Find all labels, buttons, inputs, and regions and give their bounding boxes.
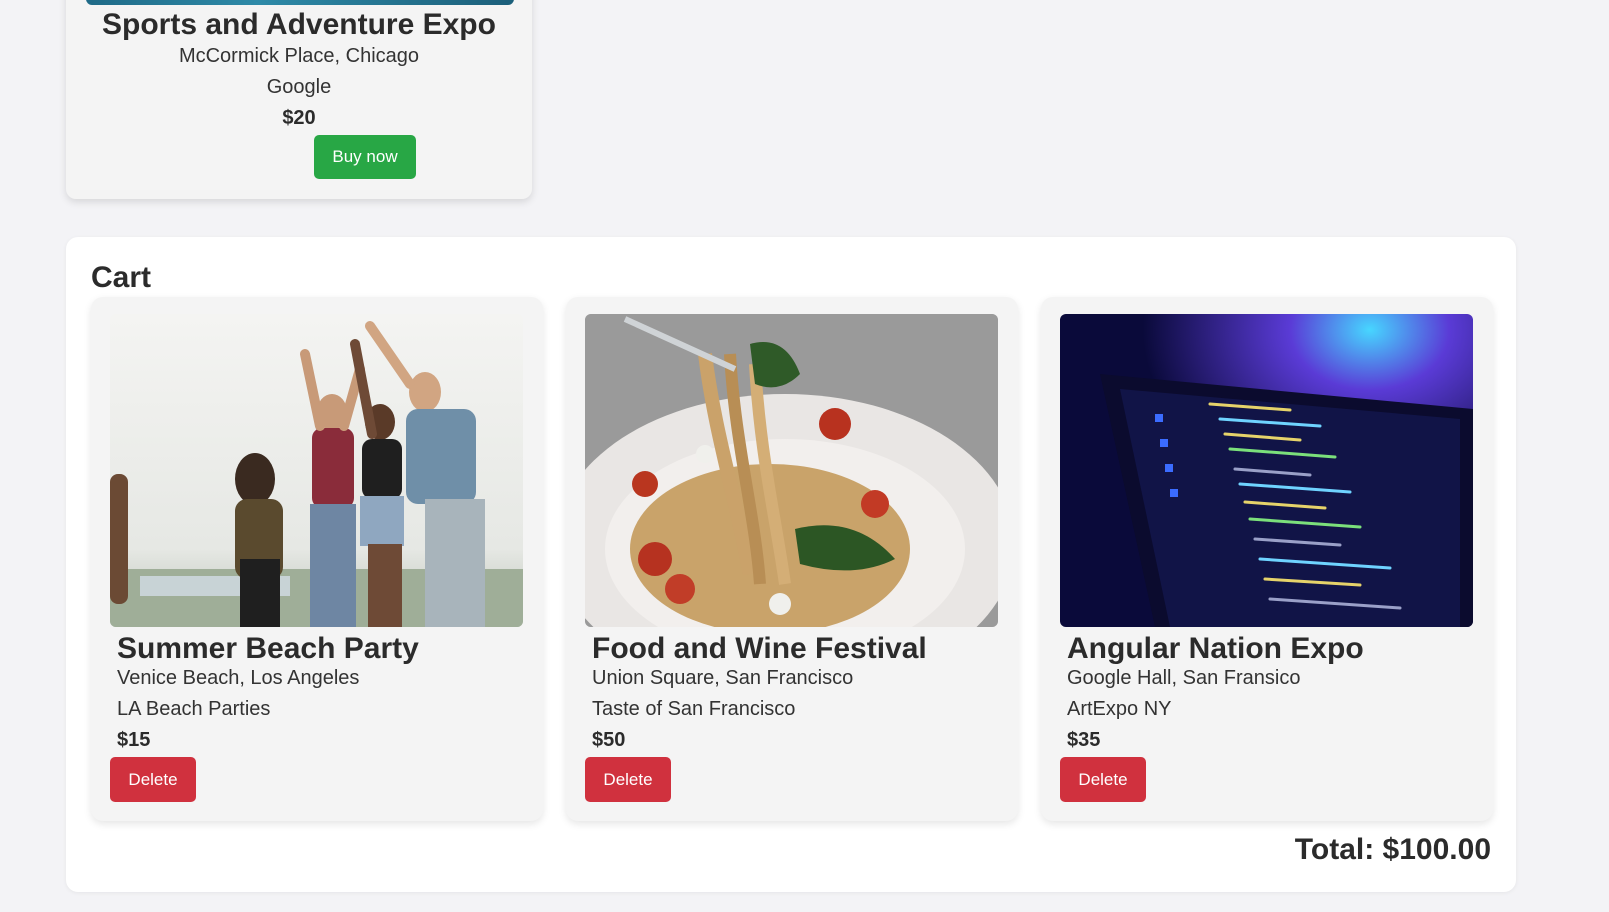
cart-title: Cart [91, 261, 152, 294]
event-title: Sports and Adventure Expo [102, 8, 496, 41]
cart-item-organizer: LA Beach Parties [117, 698, 271, 720]
event-price: $20 [282, 107, 316, 129]
delete-button[interactable]: Delete [1060, 757, 1146, 802]
cart-item-organizer: ArtExpo NY [1067, 698, 1172, 720]
cart-item-price: $35 [1067, 729, 1101, 751]
cart-item-location: Union Square, San Francisco [592, 667, 854, 689]
delete-button[interactable]: Delete [110, 757, 196, 802]
cart-item: Food and Wine Festival Union Square, San… [566, 297, 1018, 821]
cart-item-organizer: Taste of San Francisco [592, 698, 796, 720]
cart-item: Summer Beach Party Venice Beach, Los Ang… [91, 297, 543, 821]
buy-now-button[interactable]: Buy now [314, 135, 416, 179]
cart-item-location: Google Hall, San Fransico [1067, 667, 1301, 689]
cart-item-name: Angular Nation Expo [1067, 632, 1364, 665]
event-venue: McCormick Place, Chicago [178, 45, 420, 67]
cart-total: Total: $100.00 [1294, 833, 1491, 866]
cart-item-name: Food and Wine Festival [592, 632, 927, 665]
delete-button[interactable]: Delete [585, 757, 671, 802]
event-organizer: Google [266, 76, 332, 98]
beach-party-photo [110, 314, 523, 627]
event-image [86, 0, 514, 5]
cart-item-name: Summer Beach Party [117, 632, 419, 665]
cart-item-price: $50 [592, 729, 626, 751]
cart-section: Cart Summer Beach Party Venice Beach, Lo… [66, 237, 1516, 892]
cart-item-location: Venice Beach, Los Angeles [117, 667, 360, 689]
pasta-dish-photo [585, 314, 998, 627]
cart-item: Angular Nation Expo Google Hall, San Fra… [1041, 297, 1493, 821]
laptop-code-photo [1060, 314, 1473, 627]
cart-item-price: $15 [117, 729, 151, 751]
event-card: Sports and Adventure Expo McCormick Plac… [66, 0, 532, 199]
